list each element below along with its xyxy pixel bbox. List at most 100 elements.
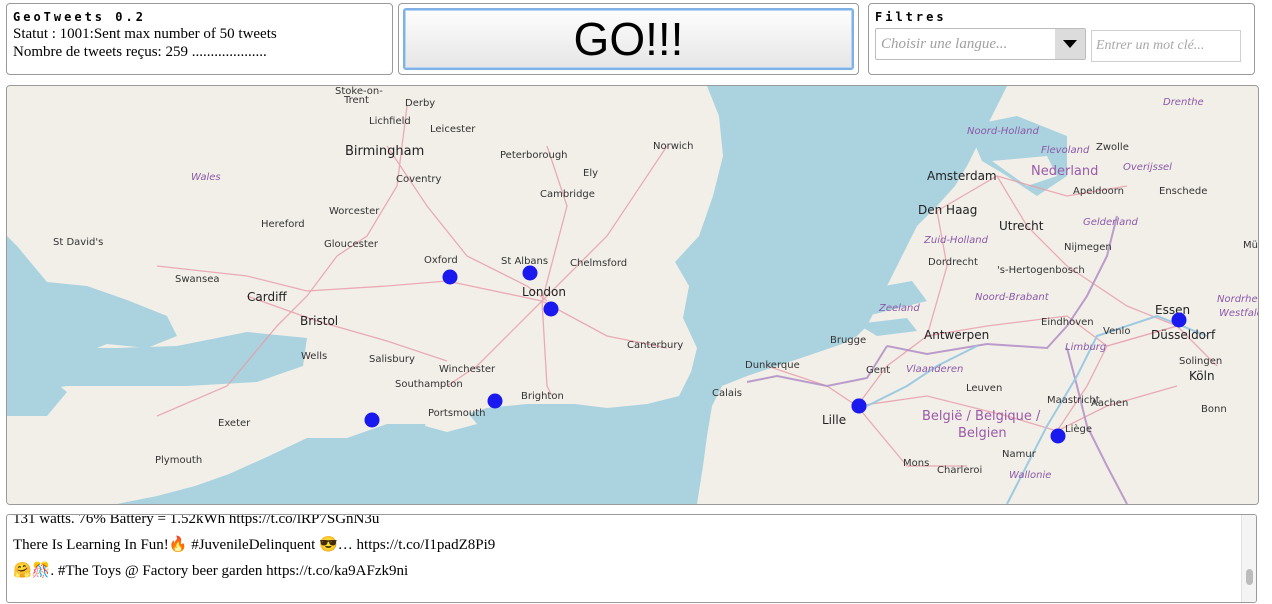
svg-text:Canterbury: Canterbury: [627, 340, 683, 351]
svg-text:Brighton: Brighton: [521, 391, 564, 402]
svg-text:Liège: Liège: [1065, 423, 1092, 435]
svg-text:London: London: [522, 285, 566, 299]
svg-text:Peterborough: Peterborough: [500, 150, 568, 161]
svg-text:Brugge: Brugge: [830, 335, 866, 346]
svg-text:Noord-Brabant: Noord-Brabant: [975, 292, 1050, 303]
svg-text:Zeeland: Zeeland: [878, 303, 920, 314]
tweet-marker[interactable]: [543, 301, 559, 317]
svg-text:Mons: Mons: [903, 458, 929, 469]
svg-text:Trent: Trent: [343, 95, 369, 106]
go-panel: GO!!!: [398, 3, 859, 75]
svg-text:Belgien: Belgien: [958, 426, 1007, 441]
svg-text:Hereford: Hereford: [261, 219, 305, 230]
svg-text:Nederland: Nederland: [1031, 164, 1098, 179]
scrollbar[interactable]: [1241, 515, 1256, 602]
svg-text:Wallonie: Wallonie: [1009, 470, 1051, 481]
svg-text:Oxford: Oxford: [424, 255, 458, 266]
dropdown-arrow[interactable]: [1055, 29, 1085, 59]
map-canvas[interactable]: Stoke-on- Trent Derby Lichfield Leiceste…: [7, 86, 1258, 504]
status-panel: GeoTweets 0.2 Statut : 1001:Sent max num…: [6, 3, 393, 75]
svg-text:Antwerpen: Antwerpen: [924, 328, 989, 342]
svg-text:Enschede: Enschede: [1159, 186, 1207, 197]
svg-text:Den Haag: Den Haag: [918, 203, 977, 217]
svg-text:Lichfield: Lichfield: [369, 116, 411, 127]
svg-text:Venlo: Venlo: [1103, 326, 1130, 337]
svg-text:Dunkerque: Dunkerque: [745, 360, 800, 371]
tweet-marker[interactable]: [442, 269, 458, 285]
svg-text:Bristol: Bristol: [300, 314, 338, 328]
svg-text:Gelderland: Gelderland: [1083, 217, 1139, 228]
svg-text:Overijssel: Overijssel: [1123, 162, 1172, 173]
svg-text:Namur: Namur: [1002, 449, 1037, 460]
keyword-input[interactable]: [1091, 30, 1241, 62]
svg-text:Norwich: Norwich: [653, 141, 694, 152]
svg-text:Winchester: Winchester: [439, 364, 496, 375]
language-select[interactable]: Choisir une langue...: [875, 28, 1086, 60]
svg-text:Swansea: Swansea: [175, 274, 219, 285]
tweet-marker[interactable]: [851, 398, 867, 414]
svg-text:Westfale: Westfale: [1219, 308, 1258, 319]
svg-text:Utrecht: Utrecht: [999, 219, 1044, 233]
tweet-item: There Is Learning In Fun!🔥 #JuvenileDeli…: [13, 537, 496, 553]
tweet-count-text: Nombre de tweets reçus: 259 ............…: [13, 44, 267, 60]
svg-text:Coventry: Coventry: [396, 174, 442, 185]
tweet-marker[interactable]: [522, 265, 538, 281]
filter-panel: Filtres Choisir une langue...: [868, 3, 1255, 75]
chevron-down-icon: [1063, 40, 1077, 48]
svg-text:Amsterdam: Amsterdam: [927, 169, 997, 183]
svg-text:Exeter: Exeter: [218, 418, 251, 429]
svg-text:Ely: Ely: [583, 168, 598, 179]
tweet-marker[interactable]: [1171, 312, 1187, 328]
svg-text:Salisbury: Salisbury: [369, 354, 415, 365]
svg-text:Plymouth: Plymouth: [155, 455, 202, 466]
svg-text:Derby: Derby: [405, 98, 435, 109]
svg-text:Dordrecht: Dordrecht: [928, 257, 978, 268]
svg-text:Drenthe: Drenthe: [1163, 97, 1204, 108]
app-title: GeoTweets 0.2: [13, 10, 146, 24]
tweet-marker[interactable]: [487, 393, 503, 409]
map[interactable]: Stoke-on- Trent Derby Lichfield Leiceste…: [6, 85, 1259, 505]
svg-text:Solingen: Solingen: [1179, 356, 1222, 367]
svg-text:Münst: Münst: [1243, 240, 1258, 251]
svg-text:Zwolle: Zwolle: [1096, 142, 1129, 153]
svg-text:België / Belgique /: België / Belgique /: [922, 409, 1041, 424]
svg-text:Zuid-Holland: Zuid-Holland: [923, 235, 989, 246]
svg-text:Cambridge: Cambridge: [540, 189, 595, 200]
tweet-marker[interactable]: [1050, 428, 1066, 444]
svg-text:Gloucester: Gloucester: [324, 239, 379, 250]
tweet-item: 🤗🎊. #The Toys @ Factory beer garden http…: [13, 563, 409, 579]
svg-text:Worcester: Worcester: [329, 206, 380, 217]
svg-text:Düsseldorf: Düsseldorf: [1151, 328, 1216, 342]
svg-text:St Albans: St Albans: [501, 256, 548, 267]
status-text: Statut : 1001:Sent max number of 50 twee…: [13, 26, 277, 42]
tweet-list[interactable]: 131 watts. 76% Battery = 1.52kWh https:/…: [6, 514, 1257, 603]
tweet-marker[interactable]: [364, 412, 380, 428]
svg-text:Leuven: Leuven: [966, 383, 1002, 394]
svg-text:Birmingham: Birmingham: [345, 144, 424, 159]
svg-text:Wales: Wales: [191, 172, 221, 183]
svg-text:Nijmegen: Nijmegen: [1064, 242, 1112, 253]
svg-text:Aachen: Aachen: [1091, 398, 1128, 409]
svg-text:Charleroi: Charleroi: [937, 465, 982, 476]
svg-text:Calais: Calais: [712, 388, 742, 399]
svg-text:Limburg: Limburg: [1065, 342, 1106, 353]
filters-title: Filtres: [875, 10, 947, 24]
svg-text:St David's: St David's: [53, 237, 103, 248]
go-button[interactable]: GO!!!: [403, 8, 854, 70]
svg-text:Flevoland: Flevoland: [1041, 145, 1090, 156]
svg-text:Cardiff: Cardiff: [247, 290, 287, 304]
svg-text:Wells: Wells: [301, 351, 327, 362]
svg-text:Eindhoven: Eindhoven: [1041, 317, 1094, 328]
svg-text:Vlaanderen: Vlaanderen: [906, 364, 963, 375]
svg-text:Apeldoorn: Apeldoorn: [1073, 186, 1124, 197]
svg-text:Chelmsford: Chelmsford: [570, 258, 627, 269]
svg-text:Essen: Essen: [1155, 303, 1190, 317]
scrollbar-thumb[interactable]: [1246, 569, 1253, 585]
svg-text:Bonn: Bonn: [1201, 404, 1227, 415]
language-select-placeholder: Choisir une langue...: [881, 36, 1008, 52]
svg-text:'s-Hertogenbosch: 's-Hertogenbosch: [997, 265, 1085, 276]
tweet-item: 131 watts. 76% Battery = 1.52kWh https:/…: [13, 514, 380, 527]
svg-text:Nordrhei: Nordrhei: [1217, 294, 1258, 305]
svg-text:Leicester: Leicester: [430, 124, 476, 135]
svg-text:Portsmouth: Portsmouth: [428, 408, 486, 419]
